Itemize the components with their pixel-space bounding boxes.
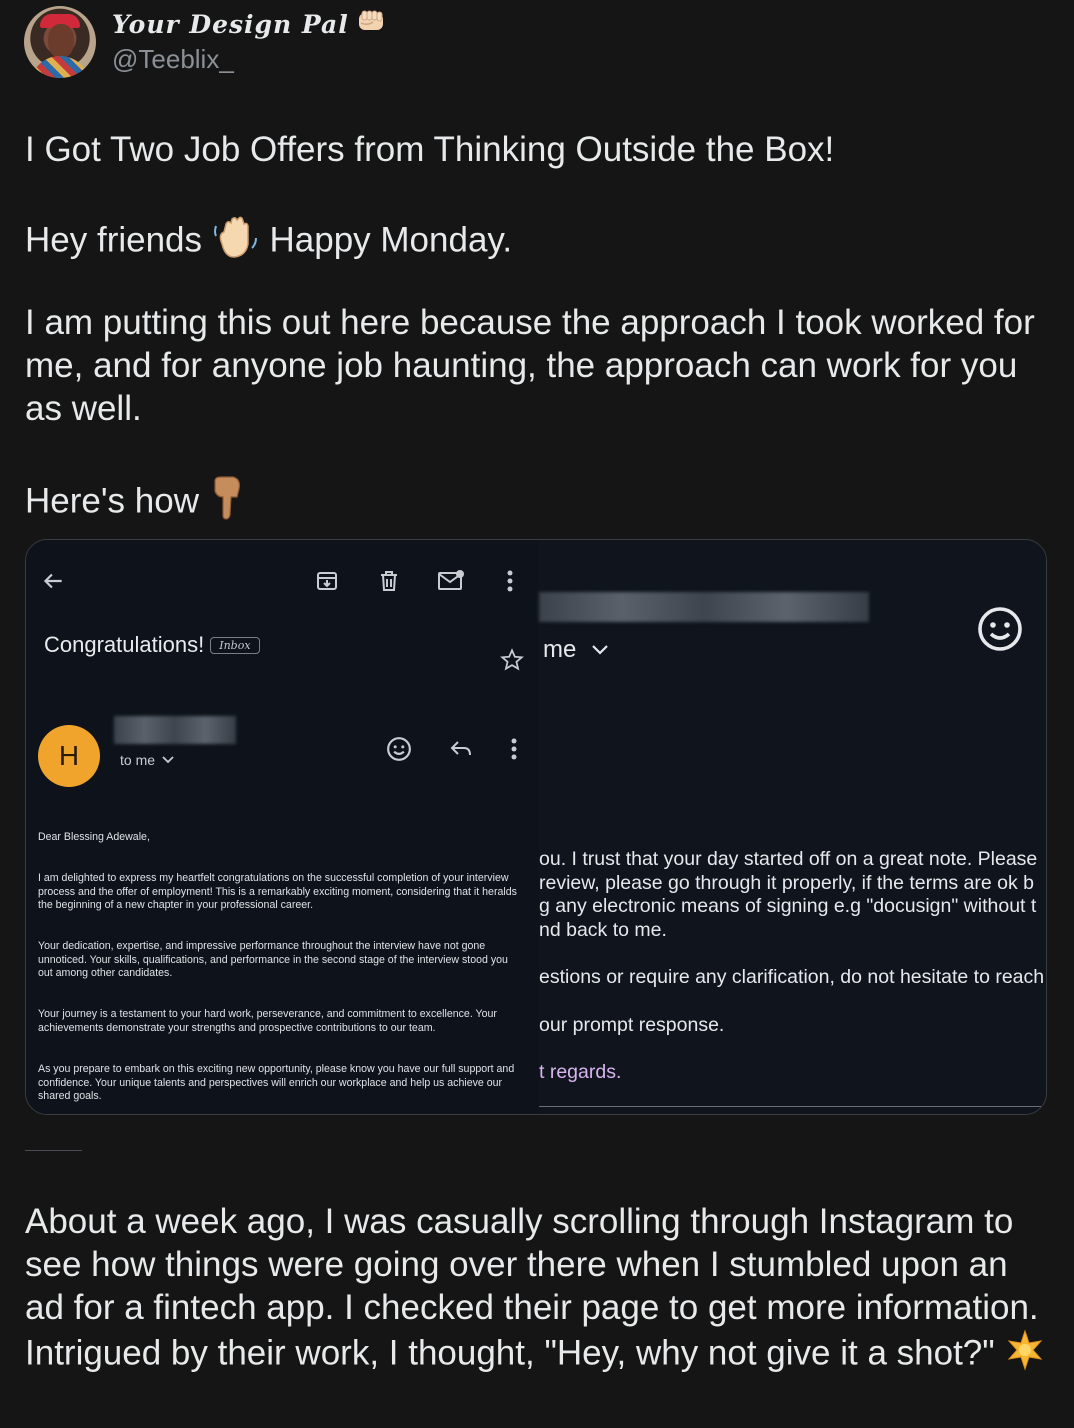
recipient-text: to me xyxy=(120,752,156,768)
post-cta: Here's how xyxy=(25,475,1055,531)
email-paragraph-2: Your dedication, expertise, and impressi… xyxy=(38,940,508,980)
email-screenshot-right: me ou. I trust that your day started off… xyxy=(539,540,1046,1114)
recipient-right-text: me xyxy=(543,636,577,663)
recipient-toggle[interactable]: to me xyxy=(120,752,175,768)
email-right-line-2: review, please go through it properly, i… xyxy=(539,872,1034,894)
reply-icon[interactable] xyxy=(446,734,476,764)
emoji-react-icon-large[interactable] xyxy=(975,604,1025,654)
author-name[interactable]: Your Design Pal xyxy=(112,8,387,40)
emoji-react-icon[interactable] xyxy=(384,734,414,764)
greeting-text-2: Happy Monday. xyxy=(269,220,513,260)
author-handle[interactable]: @Teeblix_ xyxy=(112,44,234,75)
email-screenshot-left: Congratulations! Inbox H to me Dear Bles… xyxy=(26,540,539,1114)
recipient-toggle-right[interactable]: me xyxy=(543,636,610,664)
email-right-line-3: g any electronic means of signing e.g "d… xyxy=(539,895,1037,917)
author-avatar[interactable] xyxy=(24,6,96,78)
redacted-header xyxy=(539,592,869,622)
pointing-down-icon xyxy=(209,475,245,531)
fist-emoji-icon xyxy=(357,8,387,40)
post-body-1: I am putting this out here because the a… xyxy=(25,303,1035,428)
email-paragraph-4: As you prepare to embark on this excitin… xyxy=(38,1063,515,1103)
chevron-down-icon xyxy=(162,756,174,764)
email-paragraph-1: I am delighted to express my heartfelt c… xyxy=(38,872,517,912)
email-right-line-4: nd back to me. xyxy=(539,919,667,941)
greeting-text: Hey friends xyxy=(25,220,203,260)
post-body-2: About a week ago, I was casually scrolli… xyxy=(25,1200,1055,1381)
post-headline: I Got Two Job Offers from Thinking Outsi… xyxy=(25,130,835,169)
email-paragraph-3: Your journey is a testament to your hard… xyxy=(38,1008,497,1034)
email-subject: Congratulations! Inbox xyxy=(44,632,260,658)
back-arrow-icon[interactable] xyxy=(38,566,68,596)
star-icon[interactable] xyxy=(498,646,526,674)
body-2-text: About a week ago, I was casually scrolli… xyxy=(25,1202,1039,1373)
more-vertical-icon[interactable] xyxy=(498,566,522,596)
email-screenshot-card[interactable]: Congratulations! Inbox H to me Dear Bles… xyxy=(25,539,1047,1115)
waving-hand-icon xyxy=(212,214,260,270)
author-display-name[interactable]: Your Design Pal xyxy=(112,10,349,39)
post-greeting: Hey friends Happy Monday. xyxy=(25,214,1055,270)
email-right-line-5: estions or require any clarification, do… xyxy=(539,966,1045,988)
sender-avatar[interactable]: H xyxy=(38,725,100,787)
email-subject-text: Congratulations! xyxy=(44,632,205,657)
email-right-line-6: our prompt response. xyxy=(539,1014,725,1036)
trash-icon[interactable] xyxy=(374,566,404,596)
email-right-divider xyxy=(539,1106,1046,1107)
inbox-label[interactable]: Inbox xyxy=(210,636,260,654)
email-salutation: Dear Blessing Adewale, xyxy=(38,831,150,843)
cta-text: Here's how xyxy=(25,481,199,521)
message-more-icon[interactable] xyxy=(504,734,524,764)
glowing-star-icon xyxy=(1004,1329,1046,1381)
redacted-sender-name xyxy=(114,716,236,744)
section-divider xyxy=(25,1150,82,1151)
chevron-down-icon xyxy=(592,645,609,655)
email-right-line-1: ou. I trust that your day started off on… xyxy=(539,848,1038,870)
archive-icon[interactable] xyxy=(312,566,342,596)
mark-unread-icon[interactable] xyxy=(436,566,466,596)
email-right-line-7: t regards. xyxy=(539,1061,622,1083)
